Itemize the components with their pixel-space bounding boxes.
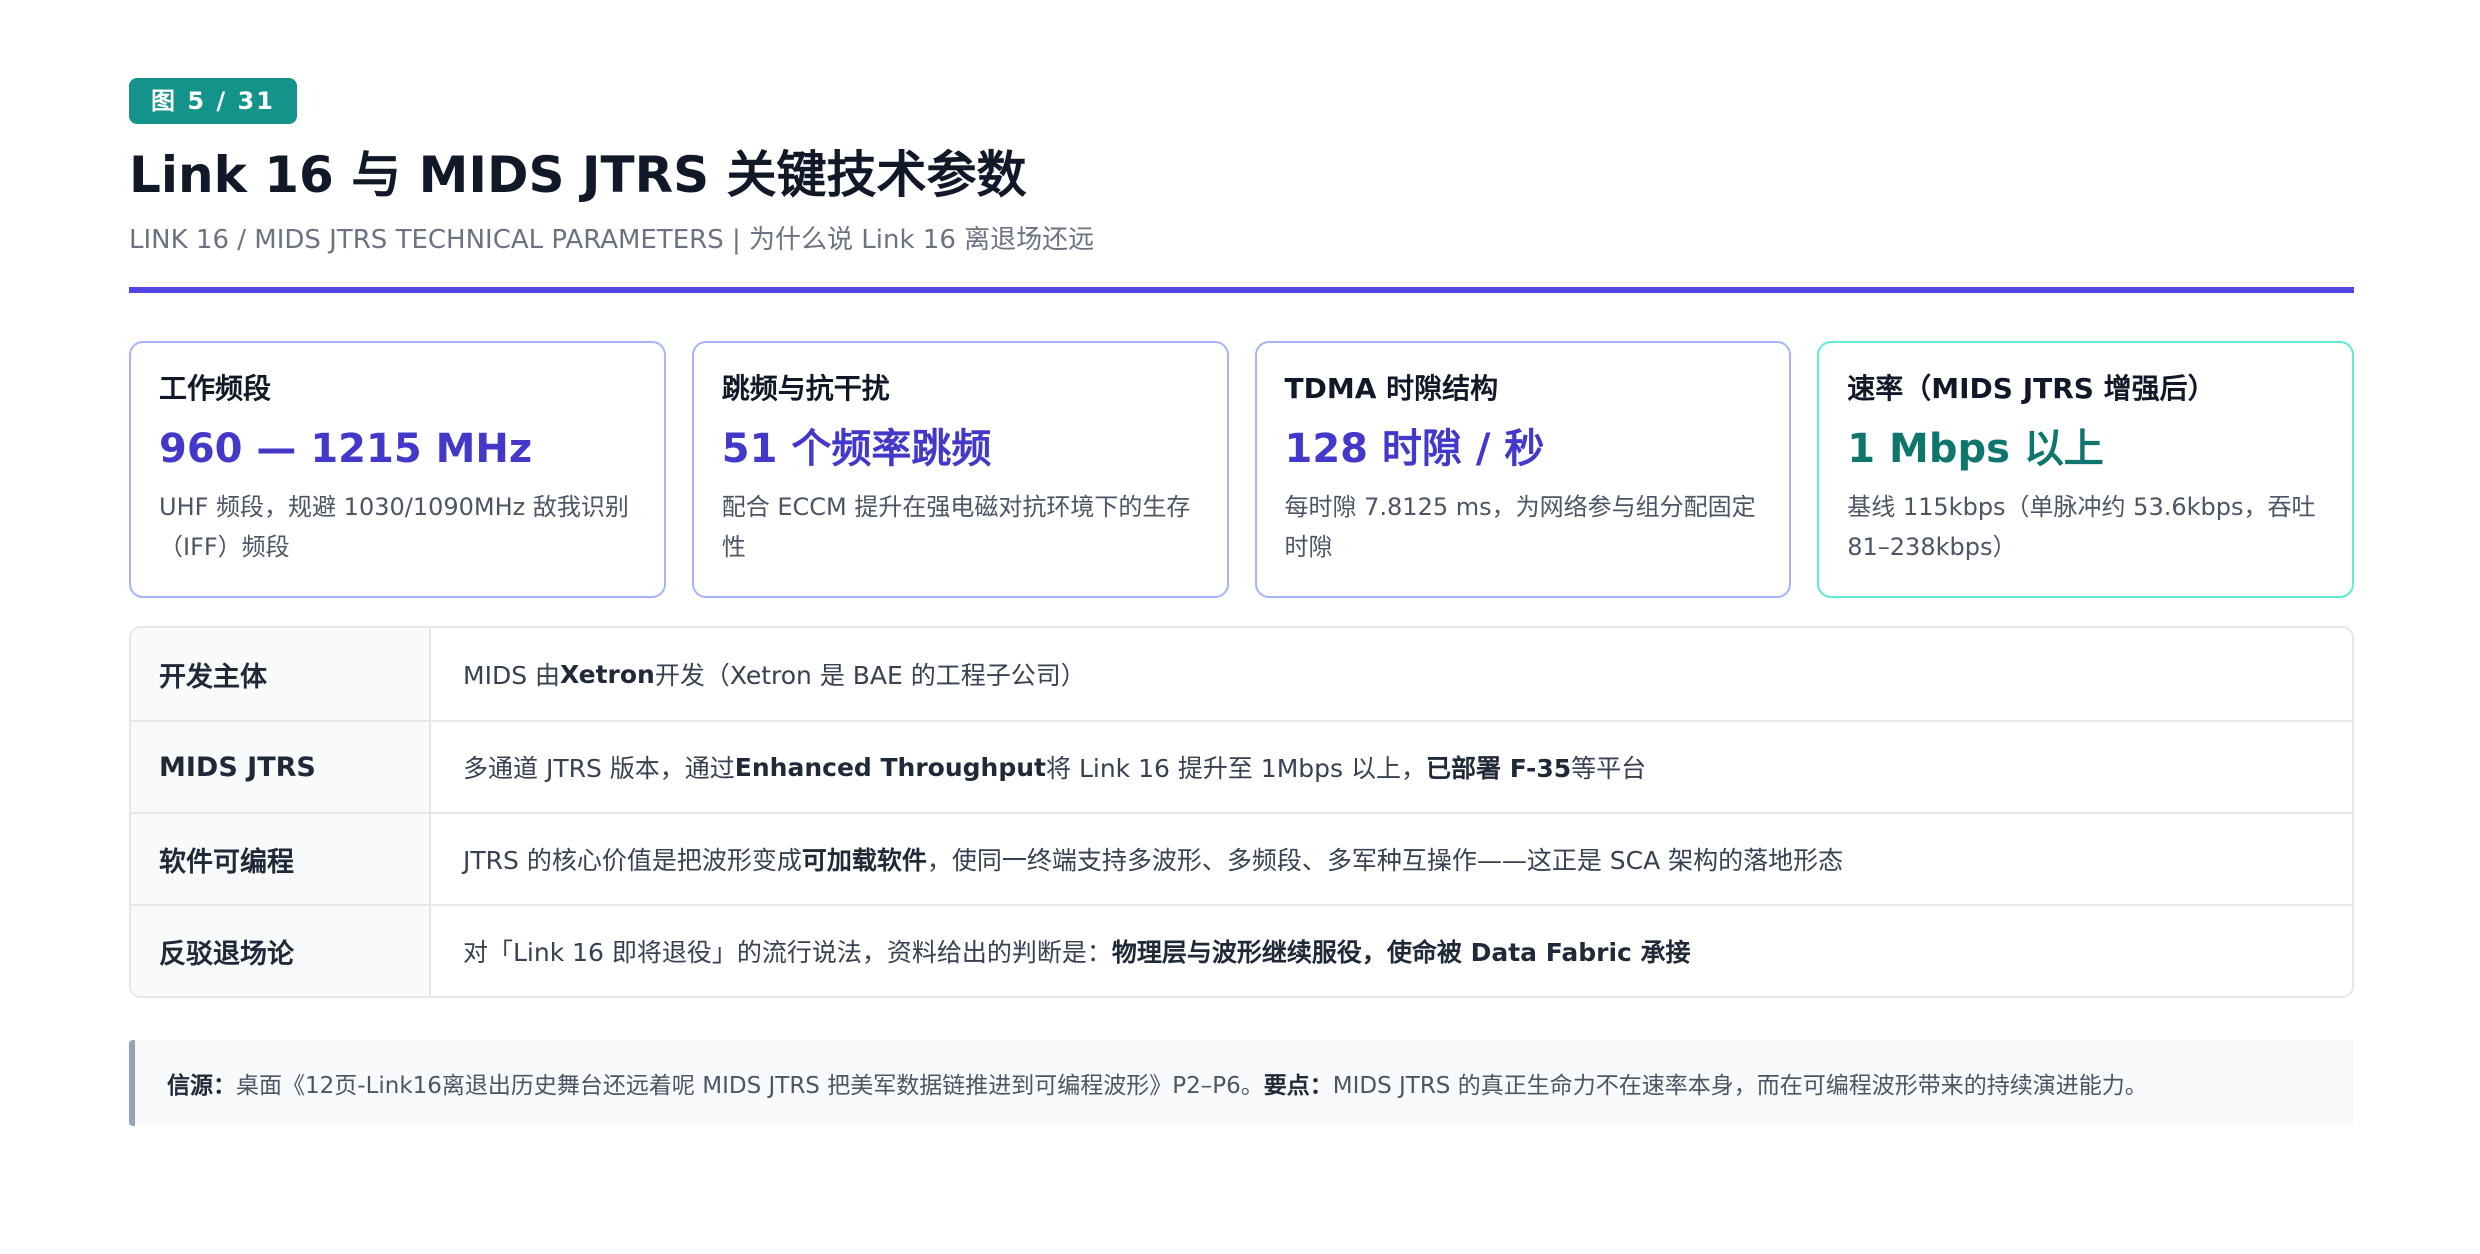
row-content: 对「Link 16 即将退役」的流行说法，资料给出的判断是： 物理层与波形继续服役… [463, 938, 1691, 967]
row-header: 软件可编程 [131, 814, 431, 904]
row-header: MIDS JTRS [131, 722, 431, 812]
table-row: 开发主体 MIDS 由 Xetron 开发（Xetron 是 BAE 的工程子公… [131, 628, 2352, 720]
row-header: 开发主体 [131, 628, 431, 720]
card-label: 速率（MIDS JTRS 增强后） [1847, 372, 2216, 405]
figure-badge: 图 5 / 31 [129, 78, 297, 124]
title-divider [129, 287, 2354, 293]
card-label: 工作频段 [159, 372, 272, 405]
card-description: 基线 115kbps（单脉冲约 53.6kbps，吞吐 81–238kbps） [1847, 493, 2316, 561]
page-subtitle: LINK 16 / MIDS JTRS TECHNICAL PARAMETERS… [129, 225, 1095, 255]
source-text: 桌面《12页-Link16离退出历史舞台还远着呢 MIDS JTRS 把美军数据… [236, 1073, 1264, 1099]
card-description: UHF 频段，规避 1030/1090MHz 敌我识别（IFF）频段 [159, 493, 629, 561]
card-description: 每时隙 7.8125 ms，为网络参与组分配固定时隙 [1284, 493, 1756, 561]
row-header: 反驳退场论 [131, 906, 431, 996]
page-title: Link 16 与 MIDS JTRS 关键技术参数 [129, 146, 1027, 204]
card-label: TDMA 时隙结构 [1284, 372, 1499, 405]
figure-page: 图 5 / 31 Link 16 与 MIDS JTRS 关键技术参数 LINK… [129, 78, 2354, 1126]
source-label: 信源： [167, 1073, 236, 1099]
table-row: 软件可编程 JTRS 的核心价值是把波形变成 可加载软件 ，使同一终端支持多波形、多… [131, 812, 2352, 904]
row-content: 多通道 JTRS 版本，通过 Enhanced Throughput 将 Lin… [463, 752, 1647, 784]
parameter-cards: 工作频段 960 — 1215 MHz UHF 频段，规避 1030/1090M… [129, 341, 2354, 598]
key-label: 要点： [1263, 1073, 1333, 1099]
card-value: 128 时隙 / 秒 [1284, 426, 1545, 472]
table-row: 反驳退场论 对「Link 16 即将退役」的流行说法，资料给出的判断是： 物理层与… [131, 904, 2352, 996]
details-table: 开发主体 MIDS 由 Xetron 开发（Xetron 是 BAE 的工程子公… [129, 626, 2354, 998]
card-frequency-band: 工作频段 960 — 1215 MHz UHF 频段，规避 1030/1090M… [129, 341, 666, 598]
row-content: JTRS 的核心价值是把波形变成 可加载软件 ，使同一终端支持多波形、多频段、多军种… [463, 846, 1844, 875]
card-label: 跳频与抗干扰 [721, 372, 890, 405]
card-data-rate: 速率（MIDS JTRS 增强后） 1 Mbps 以上 基线 115kbps（单… [1817, 341, 2354, 598]
card-value: 960 — 1215 MHz [159, 426, 533, 472]
row-content: MIDS 由 Xetron 开发（Xetron 是 BAE 的工程子公司） [463, 659, 1086, 691]
card-value: 51 个频率跳频 [721, 426, 992, 472]
card-value: 1 Mbps 以上 [1847, 426, 2104, 472]
card-frequency-hopping: 跳频与抗干扰 51 个频率跳频 配合 ECCM 提升在强电磁对抗环境下的生存性 [691, 341, 1229, 598]
table-row: MIDS JTRS 多通道 JTRS 版本，通过 Enhanced Throug… [131, 720, 2352, 812]
card-tdma-slots: TDMA 时隙结构 128 时隙 / 秒 每时隙 7.8125 ms，为网络参与… [1254, 341, 1792, 598]
source-note: 信源： 桌面《12页-Link16离退出历史舞台还远着呢 MIDS JTRS 把美… [129, 1040, 2354, 1126]
card-description: 配合 ECCM 提升在强电磁对抗环境下的生存性 [721, 493, 1191, 561]
key-text: MIDS JTRS 的真正生命力不在速率本身，而在可编程波形带来的持续演进能力。 [1332, 1073, 2148, 1099]
